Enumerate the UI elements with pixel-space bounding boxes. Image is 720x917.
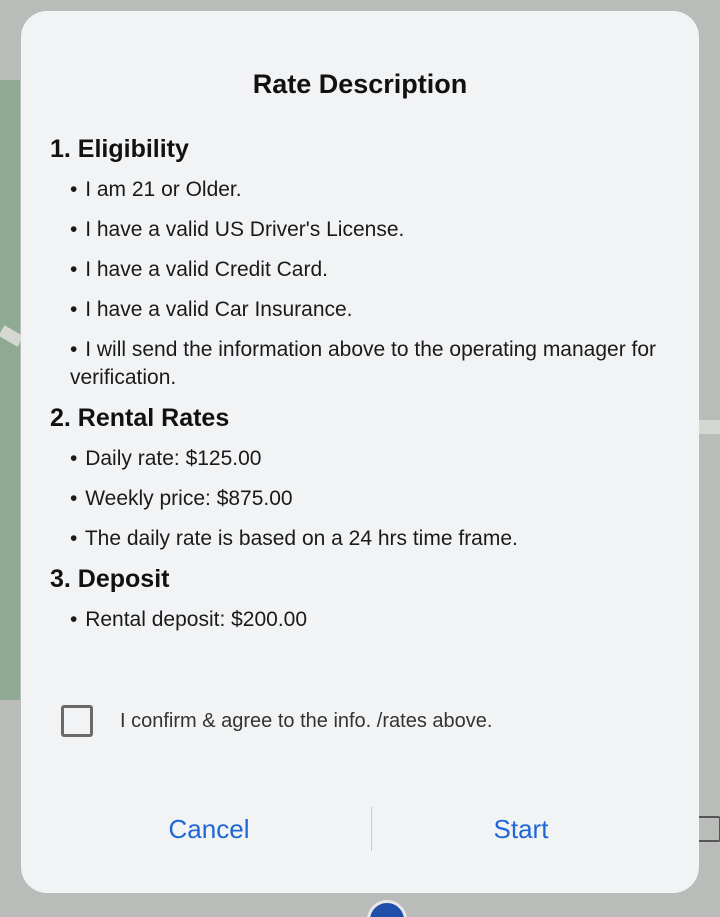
rate-description-dialog: Rate Description 1. Eligibility • I am 2… (21, 11, 699, 893)
section-title: 2. Rental Rates (50, 404, 230, 432)
section-rental-rates: 2. Rental Rates • Daily rate: $125.00 • … (50, 404, 659, 553)
list-item: • Rental deposit: $200.00 (50, 606, 659, 634)
bullet: • (70, 178, 78, 201)
list-item-text: I have a valid US Driver's License. (85, 218, 405, 241)
dialog-content: 1. Eligibility • I am 21 or Older. • I h… (50, 135, 659, 646)
bullet: • (70, 298, 78, 321)
list-item: • I have a valid US Driver's License. (50, 216, 659, 244)
list-item-text: I have a valid Credit Card. (85, 258, 328, 281)
confirm-label[interactable]: I confirm & agree to the info. /rates ab… (120, 710, 492, 733)
list-item: • The daily rate is based on a 24 hrs ti… (50, 525, 659, 553)
list-item: • Weekly price: $875.00 (50, 485, 659, 513)
list-item-text: I have a valid Car Insurance. (85, 298, 353, 321)
section-eligibility: 1. Eligibility • I am 21 or Older. • I h… (50, 135, 659, 392)
list-item-text: The daily rate is based on a 24 hrs time… (84, 527, 518, 550)
bullet: • (70, 527, 78, 550)
dialog-title: Rate Description (252, 69, 468, 99)
list-item-text: I am 21 or Older. (85, 178, 242, 201)
section-title: 1. Eligibility (50, 135, 189, 163)
bullet: • (70, 338, 78, 361)
bullet: • (70, 218, 78, 241)
list-item: • I am 21 or Older. (50, 176, 659, 204)
list-item: • I have a valid Credit Card. (50, 256, 659, 284)
map-park-area (0, 80, 20, 700)
list-item: • I will send the information above to t… (50, 336, 659, 392)
confirm-row: I confirm & agree to the info. /rates ab… (61, 705, 492, 737)
start-button[interactable]: Start (431, 807, 611, 851)
dialog-button-row: Cancel Start (21, 807, 699, 851)
list-item-text: I will send the information above to the… (70, 338, 657, 389)
bullet: • (70, 258, 78, 281)
bullet: • (70, 608, 78, 631)
confirm-checkbox[interactable] (61, 705, 93, 737)
map-location-pin-icon[interactable] (367, 900, 407, 917)
button-divider (371, 807, 372, 851)
section-deposit: 3. Deposit • Rental deposit: $200.00 (50, 565, 659, 634)
list-item: • I have a valid Car Insurance. (50, 296, 659, 324)
map-road (699, 420, 720, 434)
list-item: • Daily rate: $125.00 (50, 445, 659, 473)
cancel-button[interactable]: Cancel (119, 807, 299, 851)
bullet: • (70, 447, 78, 470)
list-item-text: Daily rate: $125.00 (85, 447, 262, 470)
section-title: 3. Deposit (50, 565, 170, 593)
bullet: • (70, 487, 78, 510)
list-item-text: Weekly price: $875.00 (85, 487, 293, 510)
list-item-text: Rental deposit: $200.00 (85, 608, 308, 631)
